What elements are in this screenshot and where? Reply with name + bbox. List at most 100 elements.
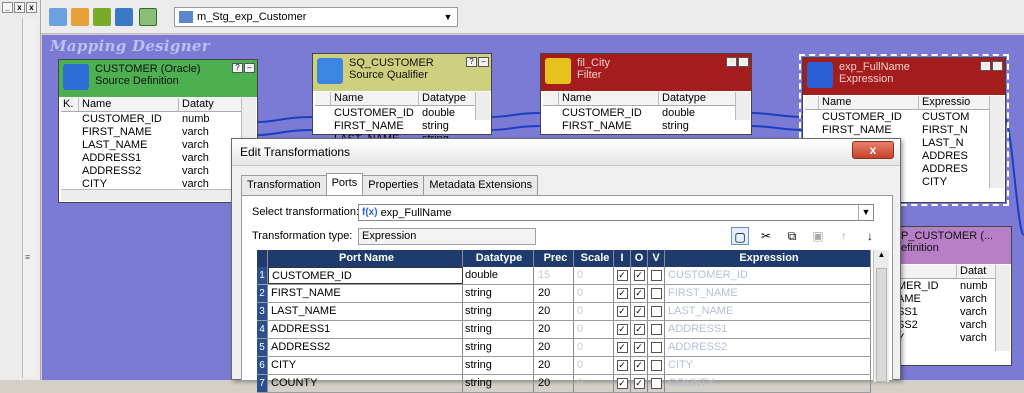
dialog-titlebar[interactable]: Edit Transformations x <box>232 139 900 166</box>
variable-checkbox[interactable] <box>650 287 662 299</box>
input-checkbox[interactable]: ✓ <box>616 287 628 299</box>
input-checkbox[interactable]: ✓ <box>616 305 628 317</box>
variable-checkbox[interactable] <box>650 323 662 335</box>
object-scrollbar[interactable] <box>475 92 490 120</box>
close-pane-button[interactable]: x <box>14 2 25 13</box>
input-checkbox[interactable]: ✓ <box>616 359 628 371</box>
output-checkbox[interactable]: ✓ <box>633 287 645 299</box>
list-item[interactable]: ADDRESS2 varch <box>61 165 241 178</box>
port-name-cell[interactable]: LAST_NAME <box>268 303 463 320</box>
input-checkbox[interactable]: ✓ <box>616 323 628 335</box>
source-icon[interactable] <box>71 8 89 26</box>
transform-icon[interactable] <box>115 8 133 26</box>
help-icon[interactable]: ? <box>726 57 737 67</box>
object-scrollbar[interactable] <box>735 92 750 120</box>
table-row[interactable]: 3 LAST_NAME string 20 0 ✓ ✓ LAST_NAME <box>257 303 871 321</box>
port-name-cell[interactable]: COUNTY <box>268 375 463 392</box>
table-row[interactable]: 6 CITY string 20 0 ✓ ✓ CITY <box>257 357 871 375</box>
mapping-combo[interactable]: m_Stg_exp_Customer ▼ <box>174 7 458 27</box>
help-icon[interactable]: ? <box>232 63 243 73</box>
object-header[interactable]: P_CUSTOMER (... efinition <box>893 227 1011 264</box>
move-down-icon[interactable]: ↓ <box>861 227 879 245</box>
object-header[interactable]: SQ_CUSTOMER Source Qualifier ? – <box>313 54 491 91</box>
header-o[interactable]: O <box>631 250 648 267</box>
tab-properties[interactable]: Properties <box>362 175 425 195</box>
object-hscrollbar[interactable] <box>61 189 241 201</box>
port-name-cell[interactable]: CUSTOMER_ID <box>268 267 463 284</box>
list-item[interactable]: AME varch <box>895 293 995 306</box>
variable-checkbox[interactable] <box>650 359 662 371</box>
header-scale[interactable]: Scale <box>574 250 614 267</box>
chevron-down-icon[interactable]: ▼ <box>439 12 457 22</box>
arrange-icon[interactable] <box>139 8 157 26</box>
object-header[interactable]: fil_City Filter ? – <box>541 54 751 91</box>
grip-icon[interactable]: ≡ <box>25 252 34 262</box>
header-expression[interactable]: Expression <box>665 250 871 267</box>
list-item[interactable]: CUSTOMER_ID double <box>315 107 475 120</box>
list-item[interactable]: SS2 varch <box>895 319 995 332</box>
header-datatype[interactable]: Datatype <box>463 250 534 267</box>
object-scrollbar[interactable] <box>995 265 1010 351</box>
chevron-up-icon[interactable]: ▲ <box>874 250 889 259</box>
scrollbar-thumb[interactable] <box>876 268 887 382</box>
minimize-icon[interactable]: – <box>244 63 255 73</box>
list-item[interactable]: FIRST_NAME FIRST_N <box>805 124 989 137</box>
output-checkbox[interactable]: ✓ <box>633 323 645 335</box>
help-icon[interactable]: ? <box>466 57 477 67</box>
header-v[interactable]: V <box>648 250 665 267</box>
input-checkbox[interactable]: ✓ <box>616 341 628 353</box>
mapping-icon[interactable] <box>49 8 67 26</box>
table-row[interactable]: 5 ADDRESS2 string 20 0 ✓ ✓ ADDRESS2 <box>257 339 871 357</box>
table-row[interactable]: 4 ADDRESS1 string 20 0 ✓ ✓ ADDRESS1 <box>257 321 871 339</box>
port-name-cell[interactable]: ADDRESS2 <box>268 339 463 356</box>
table-row[interactable]: 2 FIRST_NAME string 20 0 ✓ ✓ FIRST_NAME <box>257 285 871 303</box>
input-checkbox[interactable]: ✓ <box>616 269 628 281</box>
list-item[interactable]: CUSTOMER_ID double <box>543 107 735 120</box>
table-row[interactable]: 1 CUSTOMER_ID double 15 0 ✓ ✓ CUSTOMER_I… <box>257 267 871 285</box>
port-name-cell[interactable]: ADDRESS1 <box>268 321 463 338</box>
target-icon[interactable] <box>93 8 111 26</box>
input-checkbox[interactable]: ✓ <box>616 377 628 389</box>
target-definition[interactable]: P_CUSTOMER (... efinition Datat MER_ID nu… <box>892 226 1012 366</box>
list-item[interactable]: Yvarch <box>895 332 995 345</box>
filter-transformation[interactable]: fil_City Filter ? – Name Datatype CUSTOME… <box>540 53 752 135</box>
cut-icon[interactable]: ✂ <box>757 227 775 245</box>
grid-scrollbar[interactable]: ▲ <box>873 250 889 382</box>
object-header[interactable]: CUSTOMER (Oracle) Source Definition ? – <box>59 60 257 97</box>
minimize-button[interactable]: _ <box>2 2 13 13</box>
select-transformation-dropdown[interactable]: f(x) exp_FullName ▼ <box>358 204 874 221</box>
chevron-down-icon[interactable]: ▼ <box>858 205 873 220</box>
variable-checkbox[interactable] <box>650 305 662 317</box>
variable-checkbox[interactable] <box>650 377 662 389</box>
list-item[interactable]: FIRST_NAME string <box>543 120 735 133</box>
variable-checkbox[interactable] <box>650 341 662 353</box>
list-item[interactable]: FIRST_NAME varch <box>61 126 241 139</box>
list-item[interactable]: LAST_NAME varch <box>61 139 241 152</box>
output-checkbox[interactable]: ✓ <box>633 377 645 389</box>
source-definition-customer[interactable]: CUSTOMER (Oracle) Source Definition ? – K… <box>58 59 258 203</box>
header-prec[interactable]: Prec <box>534 250 574 267</box>
pane-scrollbar[interactable] <box>22 18 36 378</box>
header-port-name[interactable]: Port Name <box>268 250 463 267</box>
list-item[interactable]: CUSTOMER_ID CUSTOM <box>805 111 989 124</box>
list-item[interactable]: MER_ID numb <box>895 280 995 293</box>
port-name-cell[interactable]: FIRST_NAME <box>268 285 463 302</box>
output-checkbox[interactable]: ✓ <box>633 305 645 317</box>
tab-transformation[interactable]: Transformation <box>241 175 327 195</box>
port-name-cell[interactable]: CITY <box>268 357 463 374</box>
object-scrollbar[interactable] <box>989 96 1004 188</box>
output-checkbox[interactable]: ✓ <box>633 269 645 281</box>
header-i[interactable]: I <box>614 250 631 267</box>
source-qualifier[interactable]: SQ_CUSTOMER Source Qualifier ? – Name Dat… <box>312 53 492 145</box>
close-button[interactable]: x <box>852 141 894 159</box>
minimize-icon[interactable]: – <box>478 57 489 67</box>
tab-metadata-extensions[interactable]: Metadata Extensions <box>423 175 539 195</box>
object-header[interactable]: exp_FullName Expression ? – <box>803 58 1005 95</box>
copy-icon[interactable]: ⧉ <box>783 227 801 245</box>
move-up-icon[interactable]: ↑ <box>835 227 853 245</box>
help-icon[interactable]: ? <box>980 61 991 71</box>
output-checkbox[interactable]: ✓ <box>633 359 645 371</box>
paste-icon[interactable]: ▣ <box>809 227 827 245</box>
output-checkbox[interactable]: ✓ <box>633 341 645 353</box>
list-item[interactable]: ADDRESS1 varch <box>61 152 241 165</box>
